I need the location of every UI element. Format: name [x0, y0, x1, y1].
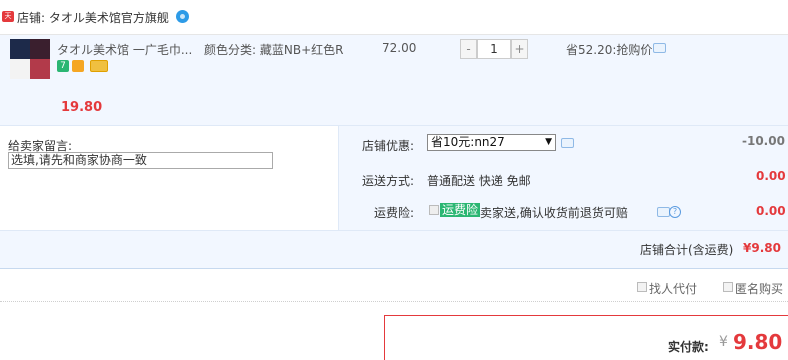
- insurance-text: 卖家送,确认收货前退货可赔: [480, 206, 628, 220]
- payment-label: 实付款:: [668, 340, 709, 354]
- insurance-checkbox[interactable]: [429, 205, 439, 215]
- item-subtotal: 19.80: [61, 100, 103, 115]
- tmall-icon: 天猫: [2, 11, 14, 31]
- item-title[interactable]: タオル美术馆 一广毛巾...: [57, 41, 192, 58]
- anonymous-checkbox[interactable]: [723, 282, 733, 292]
- shop-total-value: ¥9.80: [743, 241, 781, 255]
- payment-amount: 9.80: [733, 330, 783, 354]
- comment-icon[interactable]: [653, 43, 666, 53]
- proxy-pay-label[interactable]: 找人代付: [649, 280, 697, 297]
- discount-value: -10.00: [742, 134, 785, 148]
- dropdown-arrow-icon: ▼: [545, 137, 552, 147]
- shop-name[interactable]: 店铺: タオル美术馆官方旗舰: [17, 9, 169, 26]
- seven-day-return-icon: 7: [57, 60, 69, 72]
- item-sku: 颜色分类: 藏蓝NB+红色R: [204, 43, 344, 57]
- product-thumbnail[interactable]: [10, 59, 30, 79]
- shop-total-label: 店铺合计(含运费): [640, 243, 734, 257]
- guarantee-icon: [72, 60, 84, 72]
- shipping-amount: 0.00: [756, 169, 786, 183]
- help-icon[interactable]: ?: [669, 206, 681, 218]
- seller-message-input[interactable]: 选填,请先和商家协商一致: [8, 152, 273, 169]
- currency-symbol: ¥: [719, 334, 728, 350]
- quantity-increase-button[interactable]: +: [511, 39, 528, 59]
- discount-select[interactable]: 省10元:nn27 ▼: [427, 134, 556, 151]
- anonymous-label[interactable]: 匿名购买: [735, 280, 783, 297]
- promo-price: 省52.20:抢购价: [566, 43, 653, 57]
- dotted-divider: [0, 301, 788, 303]
- product-thumbnail[interactable]: [30, 39, 50, 59]
- discount-label: 店铺优惠:: [361, 139, 414, 153]
- product-thumbnail[interactable]: [10, 39, 30, 59]
- item-price: 72.00: [382, 41, 417, 55]
- quantity-decrease-button[interactable]: -: [460, 39, 477, 59]
- discount-selected-value: 省10元:nn27: [431, 135, 505, 149]
- wangwang-chat-icon[interactable]: [176, 10, 189, 23]
- shipping-label: 运送方式:: [361, 174, 414, 188]
- shipping-method: 普通配送 快递 免邮: [427, 174, 531, 188]
- insurance-label: 运费险:: [373, 206, 414, 220]
- divider: [0, 268, 788, 269]
- divider: [0, 230, 788, 231]
- insurance-tag: 运费险: [440, 203, 481, 217]
- comment-icon[interactable]: [561, 138, 574, 148]
- product-thumbnail[interactable]: [30, 59, 50, 79]
- insurance-amount: 0.00: [756, 204, 786, 218]
- credit-card-icon: [90, 60, 108, 72]
- proxy-pay-checkbox[interactable]: [637, 282, 647, 292]
- quantity-input[interactable]: 1: [477, 39, 511, 59]
